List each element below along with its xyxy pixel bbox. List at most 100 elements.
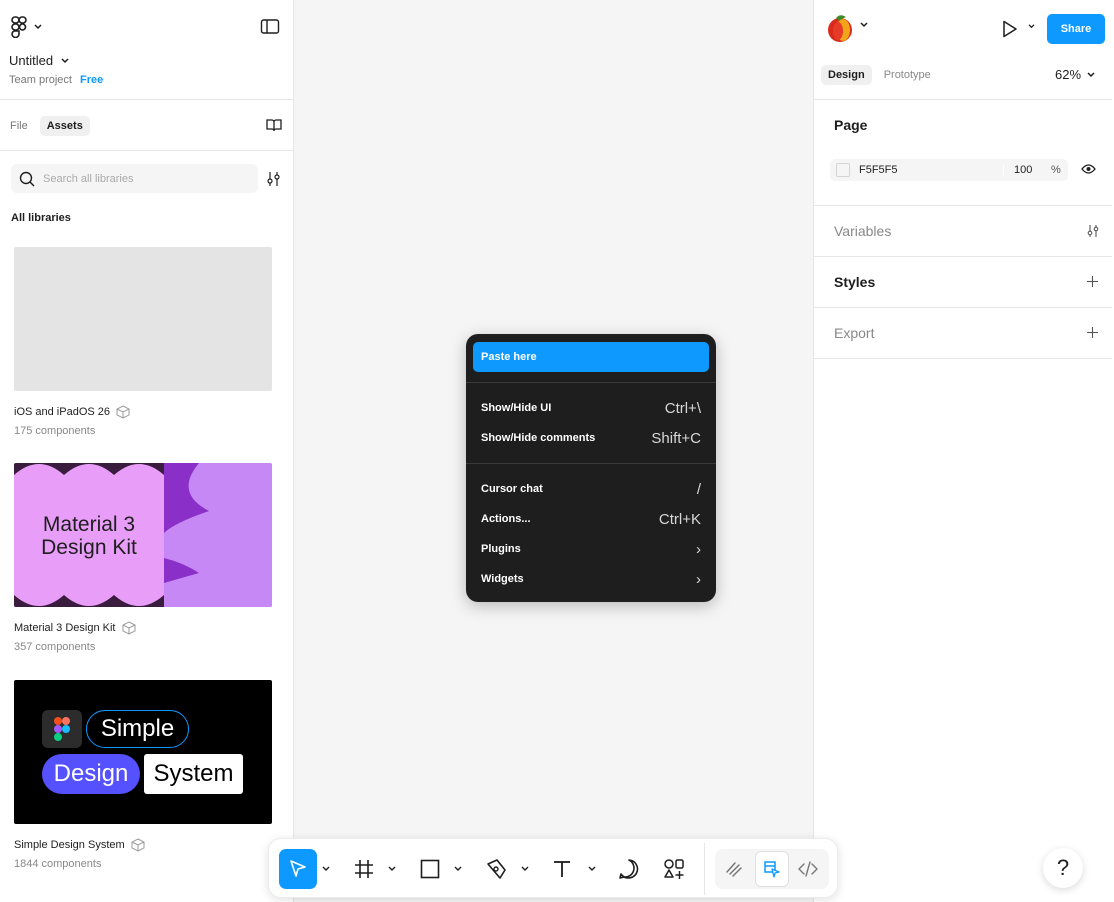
chevron-down-icon — [454, 866, 462, 871]
tab-prototype[interactable]: Prototype — [882, 65, 933, 85]
chevron-down-icon — [61, 57, 69, 63]
thumbnail-text: System — [144, 754, 243, 794]
tab-assets[interactable]: Assets — [39, 116, 90, 136]
left-tabs: File Assets — [8, 116, 90, 136]
menu-item-show-hide-comments[interactable]: Show/Hide comments Shift+C — [473, 423, 709, 453]
add-style-icon[interactable] — [1086, 275, 1099, 288]
search-input[interactable] — [43, 172, 243, 185]
pen-icon — [487, 859, 506, 879]
chevron-down-icon — [1087, 71, 1095, 77]
zoom-dropdown[interactable]: 62% — [1055, 67, 1095, 82]
move-tool-menu[interactable] — [319, 849, 333, 889]
search-icon — [19, 171, 35, 186]
menu-item-widgets[interactable]: Widgets › — [473, 564, 709, 594]
menu-divider — [466, 463, 716, 464]
share-button[interactable]: Share — [1047, 14, 1105, 44]
component-icon — [116, 405, 130, 419]
component-icon — [131, 838, 145, 852]
widgets-icon — [664, 859, 684, 879]
comment-tool[interactable] — [614, 849, 644, 889]
chevron-down-icon[interactable] — [1028, 24, 1035, 29]
library-name: Material 3 Design Kit — [14, 621, 272, 635]
library-thumbnail: Simple Design System — [14, 680, 272, 824]
main-menu[interactable] — [10, 16, 42, 38]
library-name-text: Material 3 Design Kit — [14, 622, 116, 634]
opacity-unit: % — [1051, 164, 1061, 176]
library-name: Simple Design System — [14, 838, 272, 852]
library-count: 175 components — [14, 425, 96, 437]
shortcut: / — [696, 480, 701, 498]
left-panel: Untitled Team project Free File Assets A… — [0, 0, 294, 902]
library-search[interactable] — [11, 164, 258, 193]
plan-badge[interactable]: Free — [80, 74, 103, 86]
library-card[interactable]: Simple Design System Simple Design Syste… — [14, 680, 272, 870]
zoom-value: 62% — [1055, 67, 1082, 82]
variables-settings-icon[interactable] — [1086, 224, 1100, 238]
tab-file[interactable]: File — [8, 116, 30, 136]
rectangle-tool[interactable] — [415, 849, 445, 889]
draw-mode-button[interactable] — [717, 851, 751, 887]
actions-tool[interactable] — [659, 849, 689, 889]
move-tool[interactable] — [279, 849, 317, 889]
file-title[interactable]: Untitled — [9, 53, 69, 68]
menu-item-show-hide-ui[interactable]: Show/Hide UI Ctrl+\ — [473, 393, 709, 423]
avatar[interactable] — [826, 13, 854, 43]
frame-tool[interactable] — [349, 849, 379, 889]
design-mode-icon — [764, 861, 780, 878]
library-count: 1844 components — [14, 858, 102, 870]
text-tool-menu[interactable] — [585, 849, 599, 889]
pen-tool-menu[interactable] — [518, 849, 532, 889]
color-swatch[interactable] — [836, 163, 850, 177]
opacity-value[interactable]: 100 — [1003, 164, 1051, 176]
code-icon — [798, 861, 818, 877]
shortcut: Ctrl+\ — [664, 399, 701, 417]
bottom-toolbar — [268, 838, 838, 898]
design-mode-button[interactable] — [755, 851, 789, 887]
right-panel: Share Design Prototype 62% Page F5F5F5 1… — [813, 0, 1114, 902]
library-card[interactable]: iOS and iPadOS 26 175 components — [14, 247, 272, 437]
pen-tool[interactable] — [481, 849, 511, 889]
section-label: All libraries — [11, 212, 71, 224]
color-hex-value[interactable]: F5F5F5 — [859, 164, 1003, 176]
chevron-down-icon — [388, 866, 396, 871]
chevron-down-icon[interactable] — [860, 22, 868, 28]
frame-icon — [355, 860, 373, 878]
library-card[interactable]: Material 3 Design Kit Material 3 Design … — [14, 463, 272, 653]
component-icon — [122, 621, 135, 635]
dev-mode-button[interactable] — [791, 851, 825, 887]
filter-icon[interactable] — [266, 171, 282, 187]
right-tabs: Design Prototype — [821, 65, 933, 85]
tab-design[interactable]: Design — [821, 65, 872, 85]
text-icon — [554, 861, 570, 877]
rectangle-tool-menu[interactable] — [451, 849, 465, 889]
thumbnail-text: Design — [42, 754, 140, 794]
menu-item-plugins[interactable]: Plugins › — [473, 534, 709, 564]
variables-section-title[interactable]: Variables — [834, 223, 891, 239]
thumbnail-text: Material 3 Design Kit — [41, 513, 137, 559]
chevron-down-icon — [588, 866, 596, 871]
figma-logo-icon — [42, 710, 82, 748]
help-button[interactable]: ? — [1043, 848, 1083, 888]
comment-icon — [619, 859, 639, 879]
chevron-down-icon — [322, 866, 330, 871]
play-icon[interactable] — [1002, 20, 1018, 38]
menu-item-actions[interactable]: Actions... Ctrl+K — [473, 504, 709, 534]
team-name[interactable]: Team project — [9, 74, 72, 86]
frame-tool-menu[interactable] — [385, 849, 399, 889]
add-export-icon[interactable] — [1086, 326, 1099, 339]
chevron-right-icon: › — [696, 570, 701, 588]
rectangle-icon — [420, 859, 440, 879]
thumbnail-text: Simple — [86, 710, 189, 748]
figma-logo-icon — [11, 16, 27, 38]
menu-item-paste-here[interactable]: Paste here — [473, 342, 709, 372]
library-thumbnail: Material 3 Design Kit — [14, 463, 272, 607]
chevron-down-icon — [34, 24, 42, 30]
export-section-title[interactable]: Export — [834, 325, 874, 341]
page-color-field[interactable]: F5F5F5 100 % — [830, 159, 1068, 181]
sidebar-toggle-icon[interactable] — [260, 18, 280, 36]
menu-item-cursor-chat[interactable]: Cursor chat / — [473, 474, 709, 504]
library-book-icon[interactable] — [266, 118, 282, 132]
eye-icon[interactable] — [1081, 163, 1096, 175]
divider — [0, 150, 294, 151]
text-tool[interactable] — [547, 849, 577, 889]
